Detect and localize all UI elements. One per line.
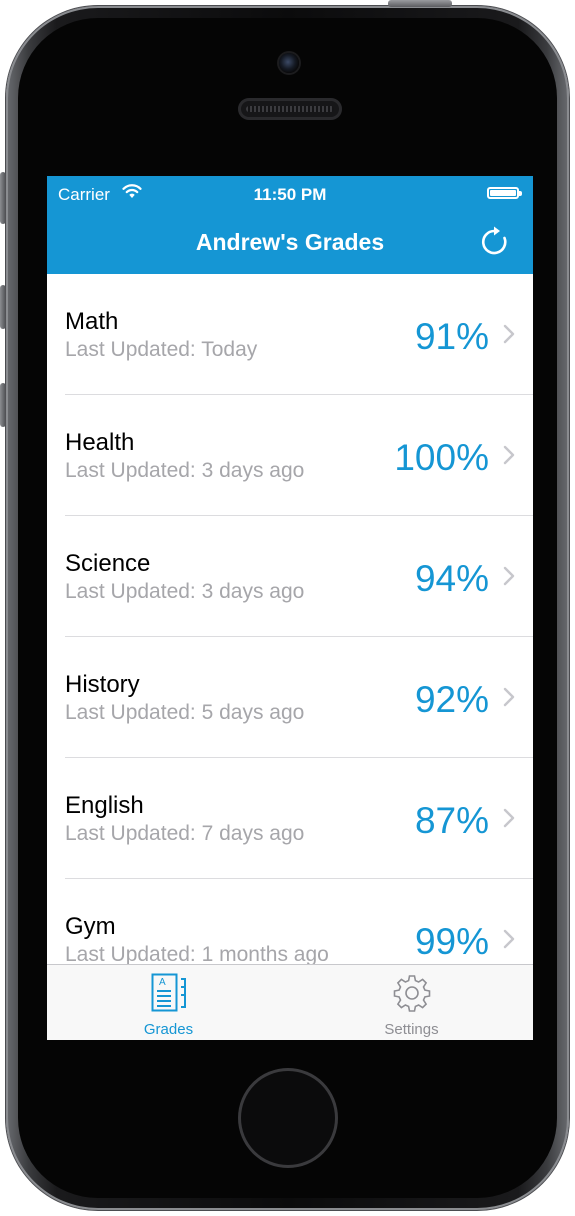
last-updated-label: Last Updated: 3 days ago bbox=[65, 580, 305, 603]
last-updated-label: Last Updated: 7 days ago bbox=[65, 822, 305, 845]
subject-label: English bbox=[65, 792, 144, 819]
grades-icon: A bbox=[151, 973, 186, 1012]
battery-icon bbox=[487, 187, 522, 199]
tab-bar: A Grades Settings bbox=[47, 964, 533, 1040]
tab-label: Grades bbox=[143, 1021, 194, 1038]
subject-label: History bbox=[65, 671, 140, 698]
chevron-right-icon bbox=[503, 566, 515, 586]
tab-grades[interactable]: A Grades bbox=[47, 965, 290, 1040]
chevron-right-icon bbox=[503, 445, 515, 465]
app-screen: Carrier 11:50 PM Andrew's Grades Math La… bbox=[47, 176, 533, 1040]
chevron-right-icon bbox=[503, 808, 515, 828]
svg-text:A: A bbox=[159, 977, 166, 988]
front-camera bbox=[279, 53, 299, 73]
refresh-icon[interactable] bbox=[479, 224, 511, 258]
grade-percent: 91% bbox=[414, 316, 489, 357]
navigation-bar: Carrier 11:50 PM Andrew's Grades bbox=[47, 176, 533, 274]
grade-percent: 87% bbox=[414, 800, 489, 841]
last-updated-label: Last Updated: Today bbox=[65, 338, 258, 361]
grade-row-health[interactable]: Health Last Updated: 3 days ago 100% bbox=[47, 395, 533, 516]
mute-switch bbox=[0, 172, 6, 224]
chevron-right-icon bbox=[503, 687, 515, 707]
page-title: Andrew's Grades bbox=[195, 229, 385, 255]
grade-row-english[interactable]: English Last Updated: 7 days ago 87% bbox=[47, 758, 533, 879]
subject-label: Math bbox=[65, 308, 119, 335]
last-updated-label: Last Updated: 5 days ago bbox=[65, 701, 305, 724]
chevron-right-icon bbox=[503, 929, 515, 949]
subject-label: Science bbox=[65, 550, 151, 577]
grade-percent: 92% bbox=[414, 679, 489, 720]
home-button[interactable] bbox=[238, 1068, 338, 1168]
subject-label: Health bbox=[65, 429, 135, 456]
power-button bbox=[388, 0, 452, 7]
volume-up-button bbox=[0, 285, 6, 329]
grade-percent: 100% bbox=[394, 437, 489, 478]
grade-row-science[interactable]: Science Last Updated: 3 days ago 94% bbox=[47, 516, 533, 637]
grade-row-math[interactable]: Math Last Updated: Today 91% bbox=[47, 274, 533, 395]
gear-icon bbox=[393, 975, 430, 1012]
status-bar: Carrier 11:50 PM bbox=[47, 176, 533, 212]
earpiece-speaker bbox=[238, 98, 342, 120]
last-updated-label: Last Updated: 1 months ago bbox=[65, 943, 329, 964]
status-time: 11:50 PM bbox=[253, 185, 327, 204]
tab-label: Settings bbox=[384, 1021, 439, 1038]
subject-label: Gym bbox=[65, 913, 116, 940]
grade-percent: 99% bbox=[414, 921, 489, 962]
grades-list: Math Last Updated: Today 91% Health Last… bbox=[47, 274, 533, 964]
grade-percent: 94% bbox=[414, 558, 489, 599]
last-updated-label: Last Updated: 3 days ago bbox=[65, 459, 305, 482]
volume-down-button bbox=[0, 383, 6, 427]
grade-row-gym[interactable]: Gym Last Updated: 1 months ago 99% bbox=[47, 879, 533, 964]
tab-settings[interactable]: Settings bbox=[290, 965, 533, 1040]
grade-row-history[interactable]: History Last Updated: 5 days ago 92% bbox=[47, 637, 533, 758]
chevron-right-icon bbox=[503, 324, 515, 344]
